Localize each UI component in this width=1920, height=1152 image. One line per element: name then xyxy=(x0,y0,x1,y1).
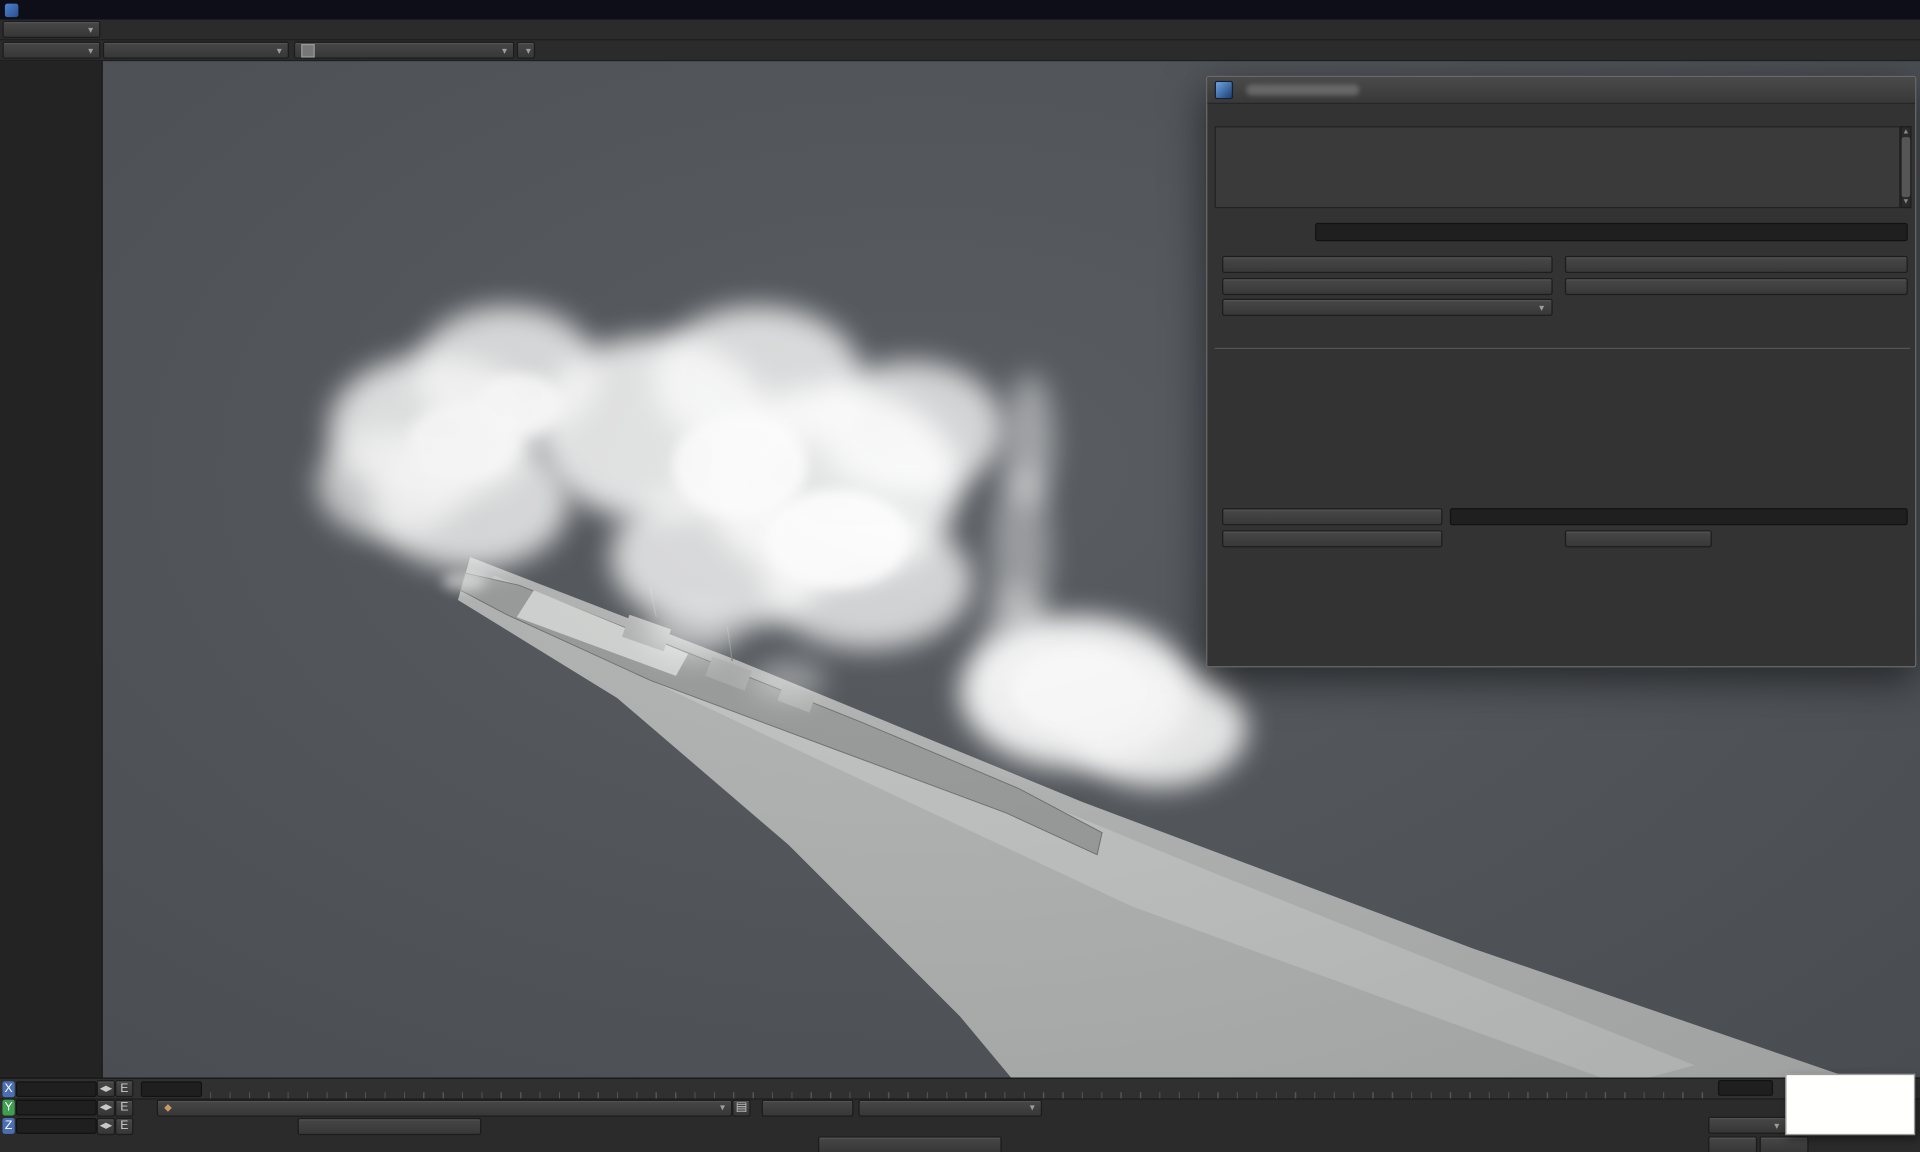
close-button[interactable] xyxy=(1883,1,1915,18)
range-end-field[interactable] xyxy=(1718,1080,1773,1096)
item-list-picker-button[interactable]: ▤ xyxy=(732,1099,750,1116)
axis-x-badge[interactable]: X xyxy=(2,1081,14,1097)
object-list xyxy=(1215,126,1901,208)
screen: ▾ ▾ ▾ ▾ ▾ xyxy=(0,0,1920,1152)
autokey-dropdown[interactable]: ▾ xyxy=(858,1099,1042,1116)
undo-button[interactable] xyxy=(1708,1136,1757,1152)
redacted-email xyxy=(1247,84,1360,95)
chevron-down-icon: ▾ xyxy=(83,45,93,56)
range-start-field[interactable] xyxy=(141,1081,202,1097)
start-button[interactable] xyxy=(1222,256,1553,273)
x-envelope-button[interactable]: E xyxy=(115,1080,133,1097)
tfd-app-icon xyxy=(1215,81,1233,99)
shading-options-dropdown[interactable]: ▾ xyxy=(517,42,535,59)
current-item-dropdown[interactable]: ◆ ▾ xyxy=(157,1099,733,1116)
chevron-down-icon: ▾ xyxy=(272,45,282,56)
y-spinner[interactable]: ◂▸ xyxy=(97,1099,115,1116)
lightwave-window: ▾ ▾ ▾ ▾ ▾ xyxy=(0,0,1920,1152)
viewport-3d[interactable]: ▲▼ ▾ xyxy=(103,61,1920,1077)
x-spinner[interactable]: ◂▸ xyxy=(97,1080,115,1097)
z-spinner[interactable]: ◂▸ xyxy=(97,1117,115,1134)
clock-tooltip xyxy=(1785,1074,1915,1135)
y-envelope-button[interactable]: E xyxy=(115,1099,133,1116)
shading-icon xyxy=(301,43,314,56)
object-item-icon: ◆ xyxy=(164,1102,172,1113)
cache-directory-value[interactable] xyxy=(1450,508,1908,525)
chevron-down-icon: ▾ xyxy=(715,1102,725,1113)
viewport-toolbar: ▾ ▾ ▾ ▾ xyxy=(0,40,1920,61)
rate-value xyxy=(1818,1136,1874,1152)
simulate-while-rendering-button[interactable] xyxy=(1565,278,1908,295)
chevron-down-icon: ▾ xyxy=(521,45,531,56)
max-memory-value xyxy=(1315,223,1908,241)
view-mode-dropdown[interactable]: ▾ xyxy=(103,42,289,59)
maximize-button[interactable] xyxy=(1851,1,1883,18)
turbulencefd-titlebar[interactable] xyxy=(1207,77,1915,104)
gpu-select-dropdown[interactable]: ▾ xyxy=(1222,299,1553,316)
chevron-down-icon: ▾ xyxy=(1025,1102,1035,1113)
upres-button[interactable] xyxy=(1222,278,1553,295)
relative-to-content-directory-button[interactable] xyxy=(1222,530,1442,547)
turbulencefd-panel: ▲▼ ▾ xyxy=(1206,76,1916,667)
chevron-down-icon: ▾ xyxy=(1539,302,1544,313)
chevron-down-icon: ▾ xyxy=(497,45,507,56)
bottom-bar: X ◂▸ E Y ◂▸ E ◆ ▾ ▤ xyxy=(0,1078,1920,1152)
position-z-field[interactable] xyxy=(16,1118,97,1134)
z-envelope-button[interactable]: E xyxy=(115,1117,133,1134)
file-menu-button[interactable]: ▾ xyxy=(2,21,100,38)
edit-menu-button[interactable]: ▾ xyxy=(2,42,100,59)
shading-mode-dropdown[interactable]: ▾ xyxy=(294,42,514,59)
scroll-up-icon[interactable]: ▲ xyxy=(1902,129,1909,136)
scroll-thumb[interactable] xyxy=(1902,137,1911,197)
continue-button[interactable] xyxy=(1565,256,1908,273)
left-sidebar xyxy=(0,61,103,1077)
window-titlebar[interactable] xyxy=(0,0,1920,20)
minimize-button[interactable] xyxy=(1820,1,1852,18)
menu-bar: ▾ xyxy=(0,20,1920,41)
redo-button[interactable] xyxy=(1760,1136,1809,1152)
preview-dropdown[interactable]: ▾ xyxy=(1708,1117,1786,1134)
chevron-down-icon: ▾ xyxy=(83,24,93,35)
create-key-button[interactable] xyxy=(298,1117,482,1134)
timeline-ruler[interactable] xyxy=(203,1079,1714,1099)
cache-directory-button[interactable] xyxy=(1222,508,1442,525)
properties-button[interactable] xyxy=(762,1099,854,1116)
app-icon xyxy=(5,3,18,16)
lock-cache-button[interactable] xyxy=(1565,530,1712,547)
position-x-field[interactable] xyxy=(16,1081,97,1097)
axis-z-badge[interactable]: Z xyxy=(2,1118,14,1134)
scroll-down-icon[interactable]: ▼ xyxy=(1902,198,1909,205)
position-y-field[interactable] xyxy=(16,1100,97,1116)
delete-key-button[interactable] xyxy=(818,1136,1002,1152)
chevron-down-icon: ▾ xyxy=(1769,1120,1779,1131)
object-list-scrollbar[interactable]: ▲▼ xyxy=(1900,126,1911,208)
axis-y-badge[interactable]: Y xyxy=(2,1100,14,1116)
